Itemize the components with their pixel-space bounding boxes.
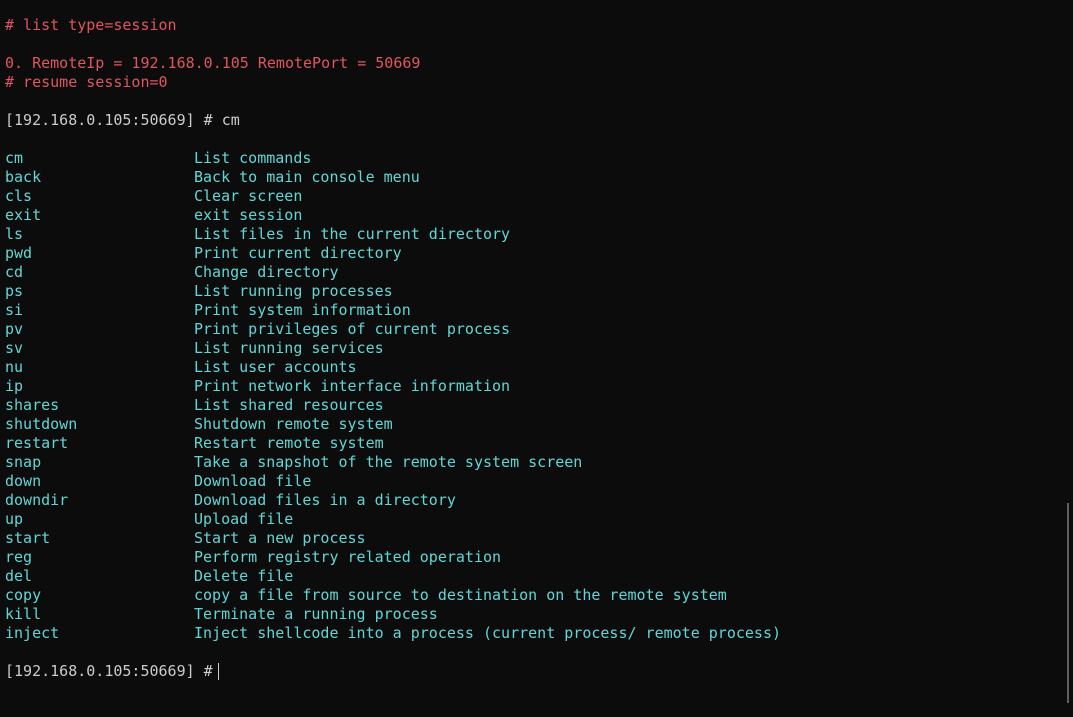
- command-name: si: [5, 301, 24, 319]
- command-row: snap Take a snapshot of the remote system…: [0, 453, 1073, 472]
- command-description: Start a new process: [194, 529, 366, 547]
- command-name: restart: [5, 434, 69, 452]
- command-list: cm List commands back Back to main console …: [0, 149, 1073, 643]
- command-row: shutdown Shutdown remote system: [0, 415, 1073, 434]
- command-description: exit session: [194, 206, 303, 224]
- command-name: cm: [5, 149, 24, 167]
- command-row: downdir Download files in a directory: [0, 491, 1073, 510]
- command-row: pv Print privileges of current process: [0, 320, 1073, 339]
- command-name: cd: [5, 263, 24, 281]
- command-row: back Back to main console menu: [0, 168, 1073, 187]
- command-row: inject Inject shellcode into a process (c…: [0, 624, 1073, 643]
- command-name: pv: [5, 320, 24, 338]
- command-description: Change directory: [194, 263, 339, 281]
- command-name: down: [5, 472, 42, 490]
- command-row: kill Terminate a running process: [0, 605, 1073, 624]
- entered-command: cm: [221, 111, 240, 129]
- command-description: Perform registry related operation: [194, 548, 502, 566]
- command-row: down Download file: [0, 472, 1073, 491]
- command-name: ls: [5, 225, 24, 243]
- list-session-command: # list type=session: [5, 16, 177, 34]
- active-prompt-line[interactable]: [192.168.0.105:50669] #: [0, 662, 1073, 681]
- prompt-text: [192.168.0.105:50669] #: [5, 662, 213, 680]
- command-description: Shutdown remote system: [194, 415, 393, 433]
- command-name: snap: [5, 453, 42, 471]
- command-description: Print privileges of current process: [194, 320, 511, 338]
- command-row: pwd Print current directory: [0, 244, 1073, 263]
- command-row: cls Clear screen: [0, 187, 1073, 206]
- command-name: shares: [5, 396, 60, 414]
- prompt-text: [192.168.0.105:50669] #: [5, 111, 213, 129]
- command-description: Delete file: [194, 567, 294, 585]
- command-row: start Start a new process: [0, 529, 1073, 548]
- resume-session-command: # resume session=0: [5, 73, 168, 91]
- command-row: ps List running processes: [0, 282, 1073, 301]
- command-row: shares List shared resources: [0, 396, 1073, 415]
- command-row: si Print system information: [0, 301, 1073, 320]
- command-name: downdir: [5, 491, 69, 509]
- command-description: Download file: [194, 472, 312, 490]
- command-row: reg Perform registry related operation: [0, 548, 1073, 567]
- command-name: pwd: [5, 244, 33, 262]
- command-description: Inject shellcode into a process (current…: [194, 624, 781, 642]
- scrollbar[interactable]: [1067, 503, 1069, 703]
- command-row: sv List running services: [0, 339, 1073, 358]
- command-name: back: [5, 168, 42, 186]
- command-row: exit exit session: [0, 206, 1073, 225]
- command-description: Download files in a directory: [194, 491, 456, 509]
- prompt-line: [192.168.0.105:50669] # cm: [0, 111, 1073, 130]
- command-name: copy: [5, 586, 42, 604]
- command-description: Upload file: [194, 510, 294, 528]
- command-name: exit: [5, 206, 42, 224]
- command-description: Print system information: [194, 301, 411, 319]
- command-name: del: [5, 567, 33, 585]
- command-name: cls: [5, 187, 33, 205]
- command-row: ls List files in the current directory: [0, 225, 1073, 244]
- command-description: List commands: [194, 149, 312, 167]
- terminal-window[interactable]: # list type=session 0. RemoteIp = 192.16…: [0, 0, 1073, 717]
- command-row: up Upload file: [0, 510, 1073, 529]
- command-row: ip Print network interface information: [0, 377, 1073, 396]
- command-description: copy a file from source to destination o…: [194, 586, 727, 604]
- command-description: Terminate a running process: [194, 605, 438, 623]
- command-description: List user accounts: [194, 358, 357, 376]
- command-name: shutdown: [5, 415, 78, 433]
- command-row: cd Change directory: [0, 263, 1073, 282]
- command-description: Take a snapshot of the remote system scr…: [194, 453, 583, 471]
- session-entry: 0. RemoteIp = 192.168.0.105 RemotePort =…: [5, 54, 421, 72]
- command-description: List files in the current directory: [194, 225, 511, 243]
- command-name: ps: [5, 282, 24, 300]
- command-description: Clear screen: [194, 187, 303, 205]
- command-description: List running processes: [194, 282, 393, 300]
- command-description: Restart remote system: [194, 434, 384, 452]
- command-name: kill: [5, 605, 42, 623]
- command-row: copy copy a file from source to destinati…: [0, 586, 1073, 605]
- command-name: reg: [5, 548, 33, 566]
- command-name: ip: [5, 377, 24, 395]
- command-description: Print network interface information: [194, 377, 511, 395]
- command-description: List running services: [194, 339, 384, 357]
- command-row: nu List user accounts: [0, 358, 1073, 377]
- command-description: List shared resources: [194, 396, 384, 414]
- command-description: Back to main console menu: [194, 168, 420, 186]
- command-name: sv: [5, 339, 24, 357]
- command-name: start: [5, 529, 51, 547]
- command-row: cm List commands: [0, 149, 1073, 168]
- command-name: nu: [5, 358, 24, 376]
- command-description: Print current directory: [194, 244, 402, 262]
- text-cursor: [217, 663, 219, 680]
- command-name: inject: [5, 624, 60, 642]
- command-row: restart Restart remote system: [0, 434, 1073, 453]
- command-row: del Delete file: [0, 567, 1073, 586]
- command-name: up: [5, 510, 24, 528]
